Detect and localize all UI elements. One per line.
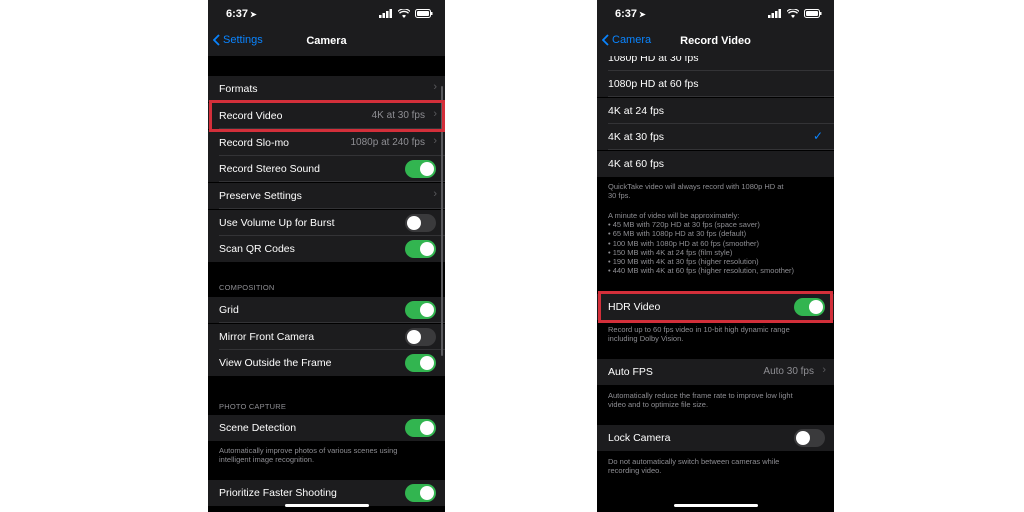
- option-label: 4K at 24 fps: [608, 105, 665, 117]
- camera-settings-screen: 6:37 ➤ Settings Camera Formats › Record V…: [208, 0, 445, 512]
- wifi-icon: [398, 9, 410, 18]
- row-label: Record Stereo Sound: [219, 163, 320, 175]
- scene-detection-row: Scene Detection: [208, 415, 445, 441]
- row-label: Preserve Settings: [219, 190, 302, 202]
- row-label: Record Slo-mo: [219, 137, 290, 149]
- section-header-photo-capture: PHOTO CAPTURE: [219, 402, 287, 411]
- scan-qr-row: Scan QR Codes: [208, 236, 445, 262]
- record-video-screen: 6:37 ➤ Camera Record Video 1080p HD at 30…: [597, 0, 834, 512]
- quicktake-note: QuickTake video will always record with …: [608, 182, 784, 201]
- chevron-right-icon: ›: [433, 81, 437, 93]
- highlight-hdr-video: [598, 291, 833, 323]
- lock-camera-row: Lock Camera: [597, 425, 834, 451]
- option-label: 4K at 60 fps: [608, 158, 665, 170]
- row-label: Lock Camera: [608, 432, 671, 444]
- row-label: Formats: [219, 83, 258, 95]
- row-label: Grid: [219, 304, 239, 316]
- navigation-bar: Settings Camera: [208, 28, 445, 56]
- scene-detection-toggle[interactable]: [405, 419, 436, 437]
- row-label: Scan QR Codes: [219, 243, 295, 255]
- record-video-list: 1080p HD at 30 fps 1080p HD at 60 fps 4K…: [597, 56, 834, 512]
- view-outside-row: View Outside the Frame: [208, 350, 445, 376]
- home-indicator[interactable]: [284, 504, 369, 507]
- volume-burst-toggle[interactable]: [405, 214, 436, 232]
- option-label: 1080p HD at 30 fps: [608, 56, 699, 64]
- grid-toggle[interactable]: [405, 301, 436, 319]
- chevron-right-icon: ›: [433, 188, 437, 200]
- scan-qr-toggle[interactable]: [405, 240, 436, 258]
- option-label: 4K at 30 fps: [608, 131, 665, 143]
- volume-burst-row: Use Volume Up for Burst: [208, 210, 445, 236]
- section-header-composition: COMPOSITION: [219, 283, 275, 292]
- navigation-bar: Camera Record Video: [597, 28, 834, 56]
- file-size-note: A minute of video will be approximately:…: [608, 211, 795, 276]
- option-label: 1080p HD at 60 fps: [608, 78, 699, 90]
- status-bar: 6:37 ➤: [208, 0, 445, 28]
- option-1080p-60[interactable]: 1080p HD at 60 fps: [597, 71, 834, 97]
- location-arrow-icon: ➤: [639, 10, 646, 19]
- status-time: 6:37 ➤: [615, 8, 646, 20]
- option-4k-24[interactable]: 4K at 24 fps: [597, 98, 834, 124]
- page-title: Record Video: [680, 35, 751, 47]
- signal-bars-icon: [379, 9, 392, 18]
- preserve-settings-row[interactable]: Preserve Settings ›: [208, 183, 445, 209]
- auto-fps-row[interactable]: Auto FPS Auto 30 fps ›: [597, 359, 834, 385]
- row-value: Auto 30 fps: [763, 366, 814, 377]
- mirror-front-row: Mirror Front Camera: [208, 324, 445, 350]
- row-label: Scene Detection: [219, 422, 297, 434]
- row-label: Mirror Front Camera: [219, 331, 315, 343]
- option-1080p-30[interactable]: 1080p HD at 30 fps: [597, 56, 834, 71]
- signal-bars-icon: [768, 9, 781, 18]
- row-label: View Outside the Frame: [219, 357, 332, 369]
- prioritize-faster-toggle[interactable]: [405, 484, 436, 502]
- lock-camera-footer: Do not automatically switch between came…: [608, 457, 780, 476]
- prioritize-faster-row: Prioritize Faster Shooting: [208, 480, 445, 506]
- status-time: 6:37 ➤: [226, 8, 257, 20]
- wifi-icon: [787, 9, 799, 18]
- lock-camera-toggle[interactable]: [794, 429, 825, 447]
- hdr-video-footer: Record up to 60 fps video in 10-bit high…: [608, 325, 790, 344]
- chevron-right-icon: ›: [822, 364, 826, 376]
- row-value: 1080p at 240 fps: [350, 137, 425, 148]
- mirror-front-toggle[interactable]: [405, 328, 436, 346]
- view-outside-toggle[interactable]: [405, 354, 436, 372]
- auto-fps-footer: Automatically reduce the frame rate to i…: [608, 391, 793, 410]
- checkmark-icon: ✓: [812, 129, 823, 143]
- highlight-record-video: [209, 100, 445, 132]
- row-label: Use Volume Up for Burst: [219, 217, 335, 229]
- record-slomo-row[interactable]: Record Slo-mo 1080p at 240 fps ›: [208, 130, 445, 156]
- chevron-right-icon: ›: [433, 135, 437, 147]
- page-title: Camera: [306, 35, 347, 47]
- location-arrow-icon: ➤: [250, 10, 257, 19]
- battery-icon: [415, 9, 433, 18]
- home-indicator[interactable]: [673, 504, 758, 507]
- record-stereo-toggle[interactable]: [405, 160, 436, 178]
- grid-row: Grid: [208, 297, 445, 323]
- record-stereo-row: Record Stereo Sound: [208, 156, 445, 182]
- option-4k-30[interactable]: 4K at 30 fps ✓: [597, 124, 834, 150]
- battery-icon: [804, 9, 822, 18]
- option-4k-60[interactable]: 4K at 60 fps: [597, 151, 834, 177]
- row-label: Prioritize Faster Shooting: [219, 487, 337, 499]
- formats-row[interactable]: Formats ›: [208, 76, 445, 102]
- row-label: Auto FPS: [608, 366, 653, 378]
- status-bar: 6:37 ➤: [597, 0, 834, 28]
- scene-detection-footer: Automatically improve photos of various …: [219, 446, 398, 465]
